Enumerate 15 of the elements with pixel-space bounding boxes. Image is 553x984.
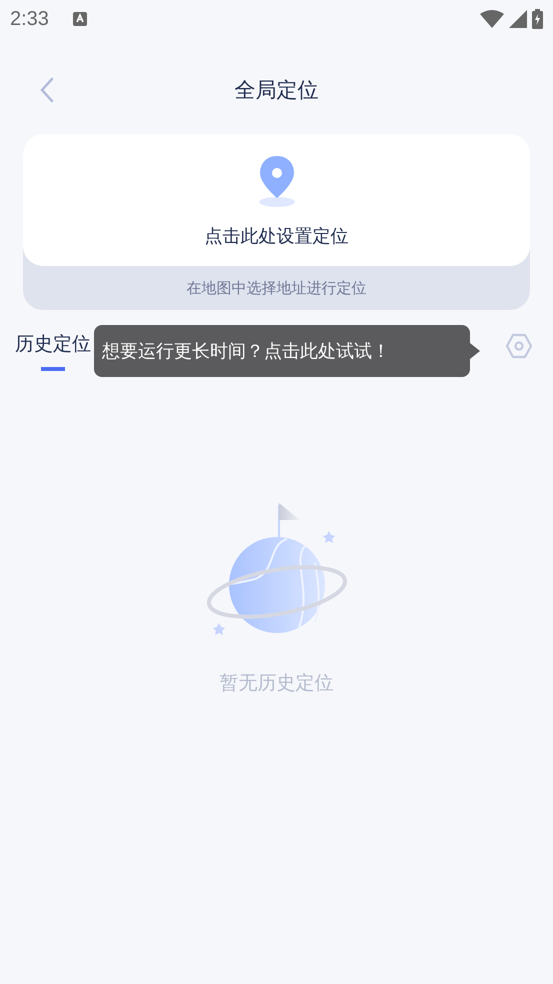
back-icon[interactable]	[40, 77, 54, 103]
empty-message: 暂无历史定位	[220, 671, 334, 696]
tooltip[interactable]: 想要运行更长时间？点击此处试试！	[94, 325, 470, 377]
map-hint-text: 在地图中选择地址进行定位	[186, 278, 366, 299]
tooltip-arrow-icon	[470, 343, 480, 359]
settings-icon[interactable]	[505, 332, 533, 360]
wifi-icon	[480, 10, 504, 28]
battery-icon	[532, 9, 543, 29]
signal-icon	[509, 10, 527, 28]
location-pin-icon	[256, 154, 296, 208]
page-title: 全局定位	[234, 77, 318, 104]
set-location-text: 点击此处设置定位	[204, 225, 348, 248]
keyboard-notification-icon	[72, 11, 88, 27]
status-time: 2:33	[10, 8, 49, 30]
location-card[interactable]: 点击此处设置定位 在地图中选择地址进行定位	[23, 134, 530, 310]
